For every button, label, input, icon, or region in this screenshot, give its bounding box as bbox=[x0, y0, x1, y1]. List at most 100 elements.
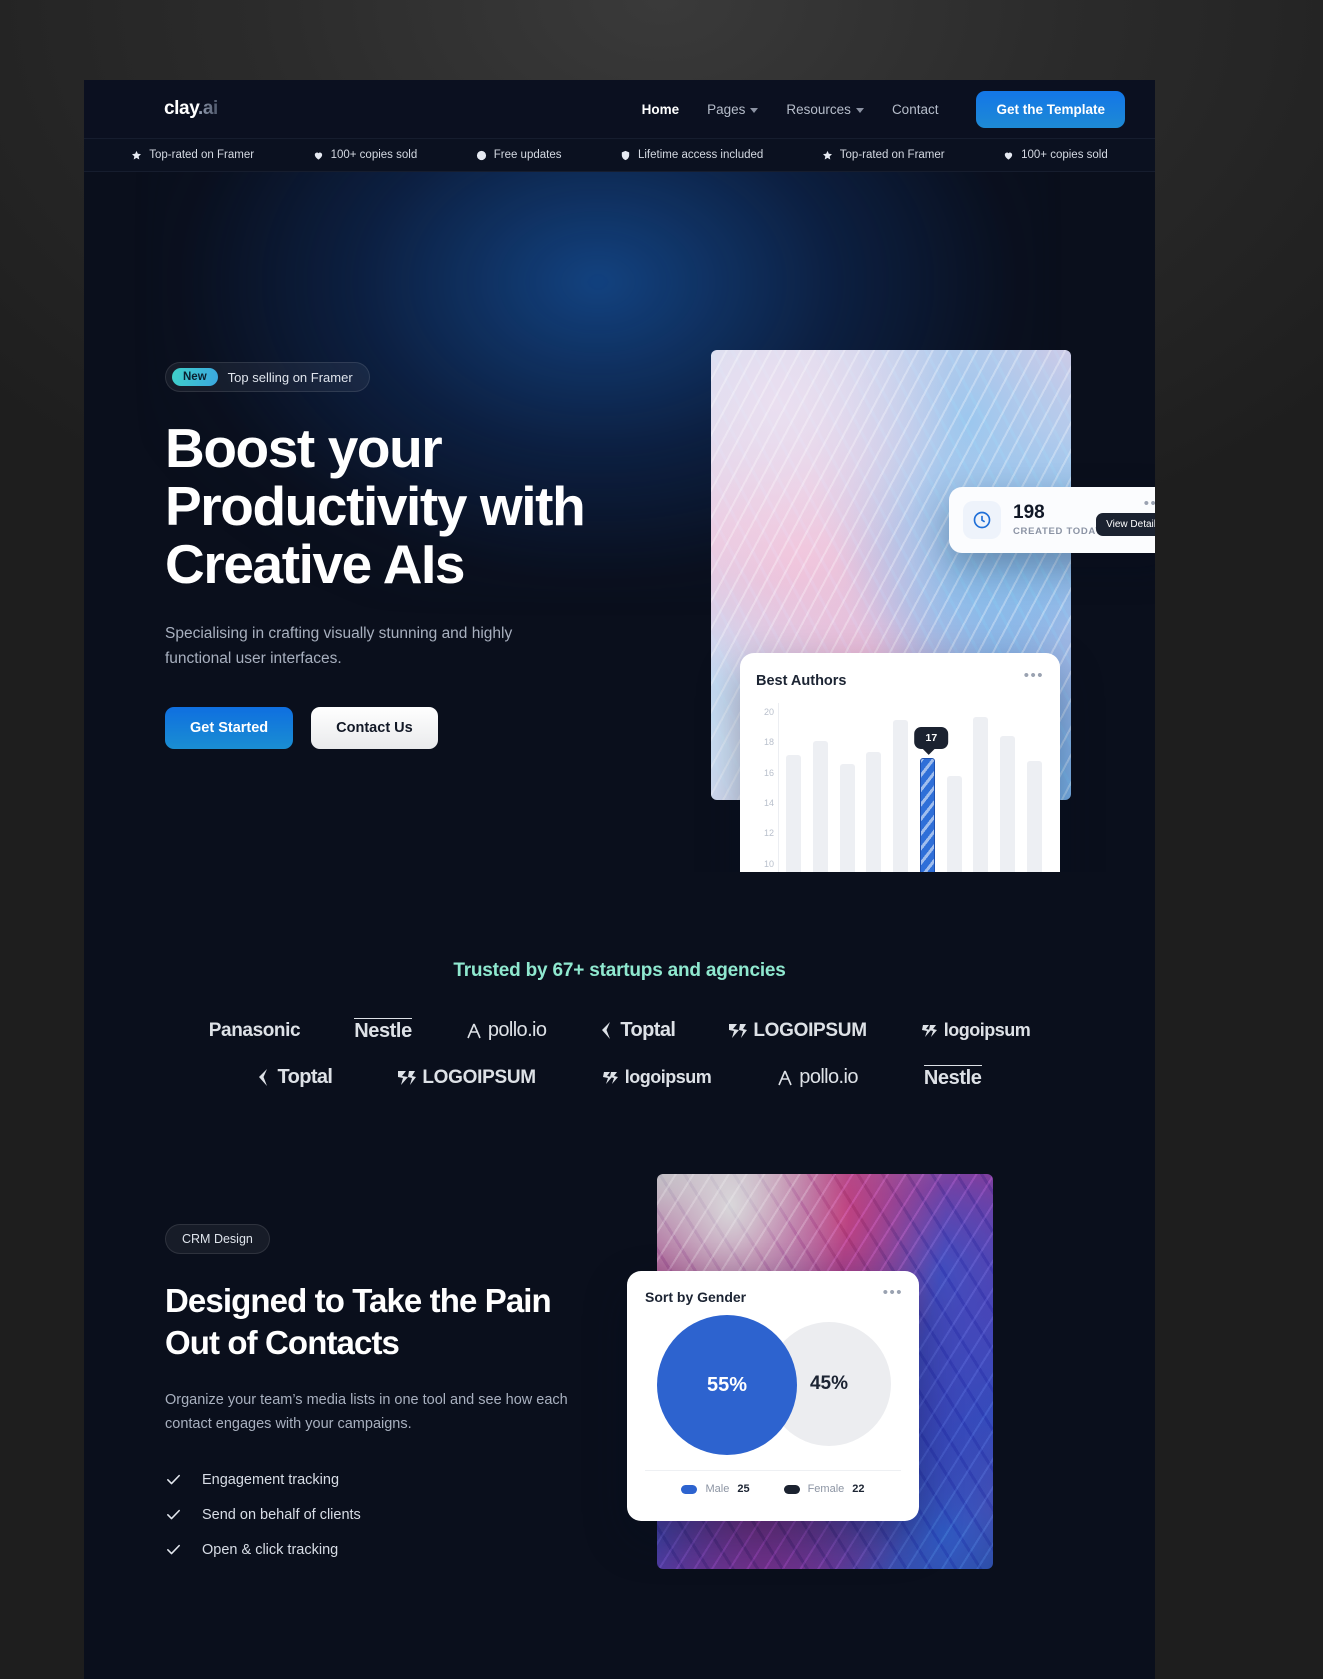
legend-item-female: Female 22 bbox=[783, 1483, 865, 1495]
ticker-item: 100+ copies sold bbox=[974, 149, 1137, 161]
chart-bar[interactable] bbox=[866, 751, 882, 872]
brand-logo-row-2: Toptal LOGOIPSUM logoipsum pollo.io Nest… bbox=[84, 1065, 1155, 1090]
ticker-item: 100+ copies sold bbox=[283, 149, 446, 161]
chart-bar-highlighted[interactable] bbox=[919, 757, 935, 872]
ticker-item: Lifetime access included bbox=[591, 149, 793, 161]
chart-bar-column[interactable] bbox=[893, 703, 909, 872]
crm-feature-list: Engagement tracking Send on behalf of cl… bbox=[165, 1471, 605, 1558]
nav-item-label: Pages bbox=[707, 101, 746, 117]
pie-slice-male: 55% bbox=[657, 1315, 797, 1455]
chart-bar[interactable] bbox=[893, 719, 909, 872]
card-menu-icon[interactable]: ••• bbox=[1144, 496, 1155, 511]
logoipsum-mark-icon bbox=[398, 1070, 417, 1085]
brand-logo-nestle: Nestle bbox=[923, 1065, 982, 1089]
chart-bar-column[interactable] bbox=[812, 703, 828, 872]
toptal-mark-icon bbox=[602, 1022, 611, 1039]
chart-bar[interactable] bbox=[1000, 736, 1016, 872]
marquee-ticker: Top-rated on Framer 100+ copies sold Fre… bbox=[84, 138, 1155, 172]
trusted-by-section: Trusted by 67+ startups and agencies Pan… bbox=[84, 872, 1155, 1090]
ticker-item-label: Free updates bbox=[493, 149, 562, 161]
chart-bar[interactable] bbox=[839, 763, 855, 872]
brand-logo-toptal: Toptal bbox=[600, 1019, 676, 1042]
created-today-label: CREATED TODAY bbox=[1013, 526, 1103, 538]
brand-logo-panasonic: Panasonic bbox=[208, 1019, 301, 1041]
heart-icon bbox=[1004, 152, 1013, 160]
legend-value: 25 bbox=[737, 1483, 750, 1495]
legend-swatch-icon bbox=[783, 1484, 800, 1494]
chart-bar-column[interactable] bbox=[973, 703, 989, 872]
check-icon bbox=[167, 1509, 180, 1520]
legend-value: 22 bbox=[852, 1483, 865, 1495]
chart-bar-column[interactable] bbox=[866, 703, 882, 872]
chart-plot-area: 20 18 16 14 12 10 17 bbox=[756, 703, 1042, 872]
brand-logo-logoipsum-low: logoipsum bbox=[921, 1020, 1031, 1041]
star-icon bbox=[132, 150, 142, 159]
chart-bars: 17 bbox=[778, 703, 1042, 872]
nav-item-resources[interactable]: Resources bbox=[786, 102, 864, 117]
nav-item-pages[interactable]: Pages bbox=[707, 101, 759, 117]
list-item: Engagement tracking bbox=[165, 1471, 605, 1488]
nav-item-home[interactable]: Home bbox=[642, 102, 680, 117]
legend-label: Female bbox=[807, 1483, 845, 1495]
crm-subtitle: Organize your team’s media lists in one … bbox=[165, 1392, 568, 1433]
chart-bar-column[interactable] bbox=[839, 703, 855, 872]
chart-bar[interactable] bbox=[786, 754, 801, 872]
chart-bar[interactable] bbox=[812, 740, 828, 872]
chart-title: Best Authors bbox=[756, 673, 847, 689]
get-started-button[interactable]: Get Started bbox=[165, 707, 294, 750]
main-navigation: Home Pages Resources Contact Get the Tem… bbox=[642, 90, 1125, 128]
hero-badge-chip: New bbox=[172, 368, 218, 386]
chart-legend: Male 25 Female 22 bbox=[645, 1470, 901, 1495]
chart-y-tick: 16 bbox=[763, 767, 774, 778]
chart-bar[interactable] bbox=[946, 775, 962, 872]
created-today-value: 198 bbox=[1013, 501, 1045, 523]
legend-label: Male bbox=[705, 1483, 730, 1495]
brand-logo-apollo: pollo.io bbox=[777, 1066, 858, 1089]
check-icon bbox=[167, 1544, 180, 1555]
chart-bar-column[interactable] bbox=[1000, 703, 1016, 872]
get-template-button[interactable]: Get the Template bbox=[976, 90, 1125, 128]
brand-logo-suffix: .ai bbox=[197, 98, 218, 119]
chart-y-axis: 20 18 16 14 12 10 bbox=[756, 703, 778, 872]
crm-tag-badge: CRM Design bbox=[165, 1224, 270, 1254]
brand-logo[interactable]: clay.ai bbox=[164, 98, 218, 120]
contact-us-button[interactable]: Contact Us bbox=[311, 707, 438, 750]
site-header: clay.ai Home Pages Resources Contact Get… bbox=[84, 80, 1155, 138]
brand-logo-logoipsum-low: logoipsum bbox=[602, 1067, 712, 1088]
crm-title: Designed to Take the Pain Out of Contact… bbox=[165, 1282, 552, 1361]
star-icon bbox=[822, 150, 832, 159]
nav-item-label: Home bbox=[641, 101, 680, 117]
brand-logo-toptal: Toptal bbox=[257, 1066, 333, 1089]
crm-section: CRM Design Designed to Take the Pain Out… bbox=[84, 1174, 1155, 1569]
chart-bar-column[interactable]: 17 bbox=[914, 703, 949, 872]
chart-bar[interactable] bbox=[1026, 760, 1042, 872]
brand-logo-logoipsum-caps: LOGOIPSUM bbox=[398, 1067, 536, 1089]
chart-bar-column[interactable] bbox=[946, 703, 962, 872]
hero-badge[interactable]: New Top selling on Framer bbox=[165, 362, 370, 392]
hero-badge-label: Top selling on Framer bbox=[227, 369, 353, 385]
brand-logo-apollo: pollo.io bbox=[466, 1019, 547, 1042]
nav-item-contact[interactable]: Contact bbox=[892, 102, 939, 117]
crm-content: CRM Design Designed to Take the Pain Out… bbox=[165, 1174, 605, 1569]
chevron-down-icon bbox=[750, 107, 759, 113]
created-today-card: 198 CREATED TODAY ••• View Details bbox=[949, 487, 1155, 553]
shield-check-icon bbox=[621, 150, 630, 160]
view-details-button[interactable]: View Details bbox=[1096, 513, 1155, 536]
card-menu-icon[interactable]: ••• bbox=[883, 1285, 903, 1300]
chart-bar-column[interactable] bbox=[786, 703, 801, 872]
brand-logo-row-1: Panasonic Nestle pollo.io Toptal LOGOIPS… bbox=[84, 1018, 1155, 1043]
ticker-item-label: Top-rated on Framer bbox=[149, 149, 255, 161]
chart-bar[interactable] bbox=[973, 716, 989, 872]
clock-icon bbox=[963, 501, 1001, 539]
best-authors-chart-card: Best Authors ••• 201816141210 17 IIIIIII… bbox=[740, 653, 1060, 872]
card-menu-icon[interactable]: ••• bbox=[1024, 668, 1044, 683]
logoipsum-mark-icon bbox=[602, 1071, 618, 1084]
ticker-item: Free updates bbox=[446, 149, 590, 161]
hero-visual: 198 CREATED TODAY ••• View Details Best … bbox=[711, 350, 1155, 872]
chart-bar-column[interactable] bbox=[1026, 703, 1042, 872]
ticker-item: Top-rated on Framer bbox=[102, 149, 283, 161]
chart-y-tick: 10 bbox=[763, 858, 774, 869]
logoipsum-mark-icon bbox=[729, 1023, 748, 1038]
sort-by-gender-card: Sort by Gender ••• 45% 55% Male 25 Femal… bbox=[627, 1271, 919, 1521]
chart-y-tick: 20 bbox=[763, 707, 774, 718]
